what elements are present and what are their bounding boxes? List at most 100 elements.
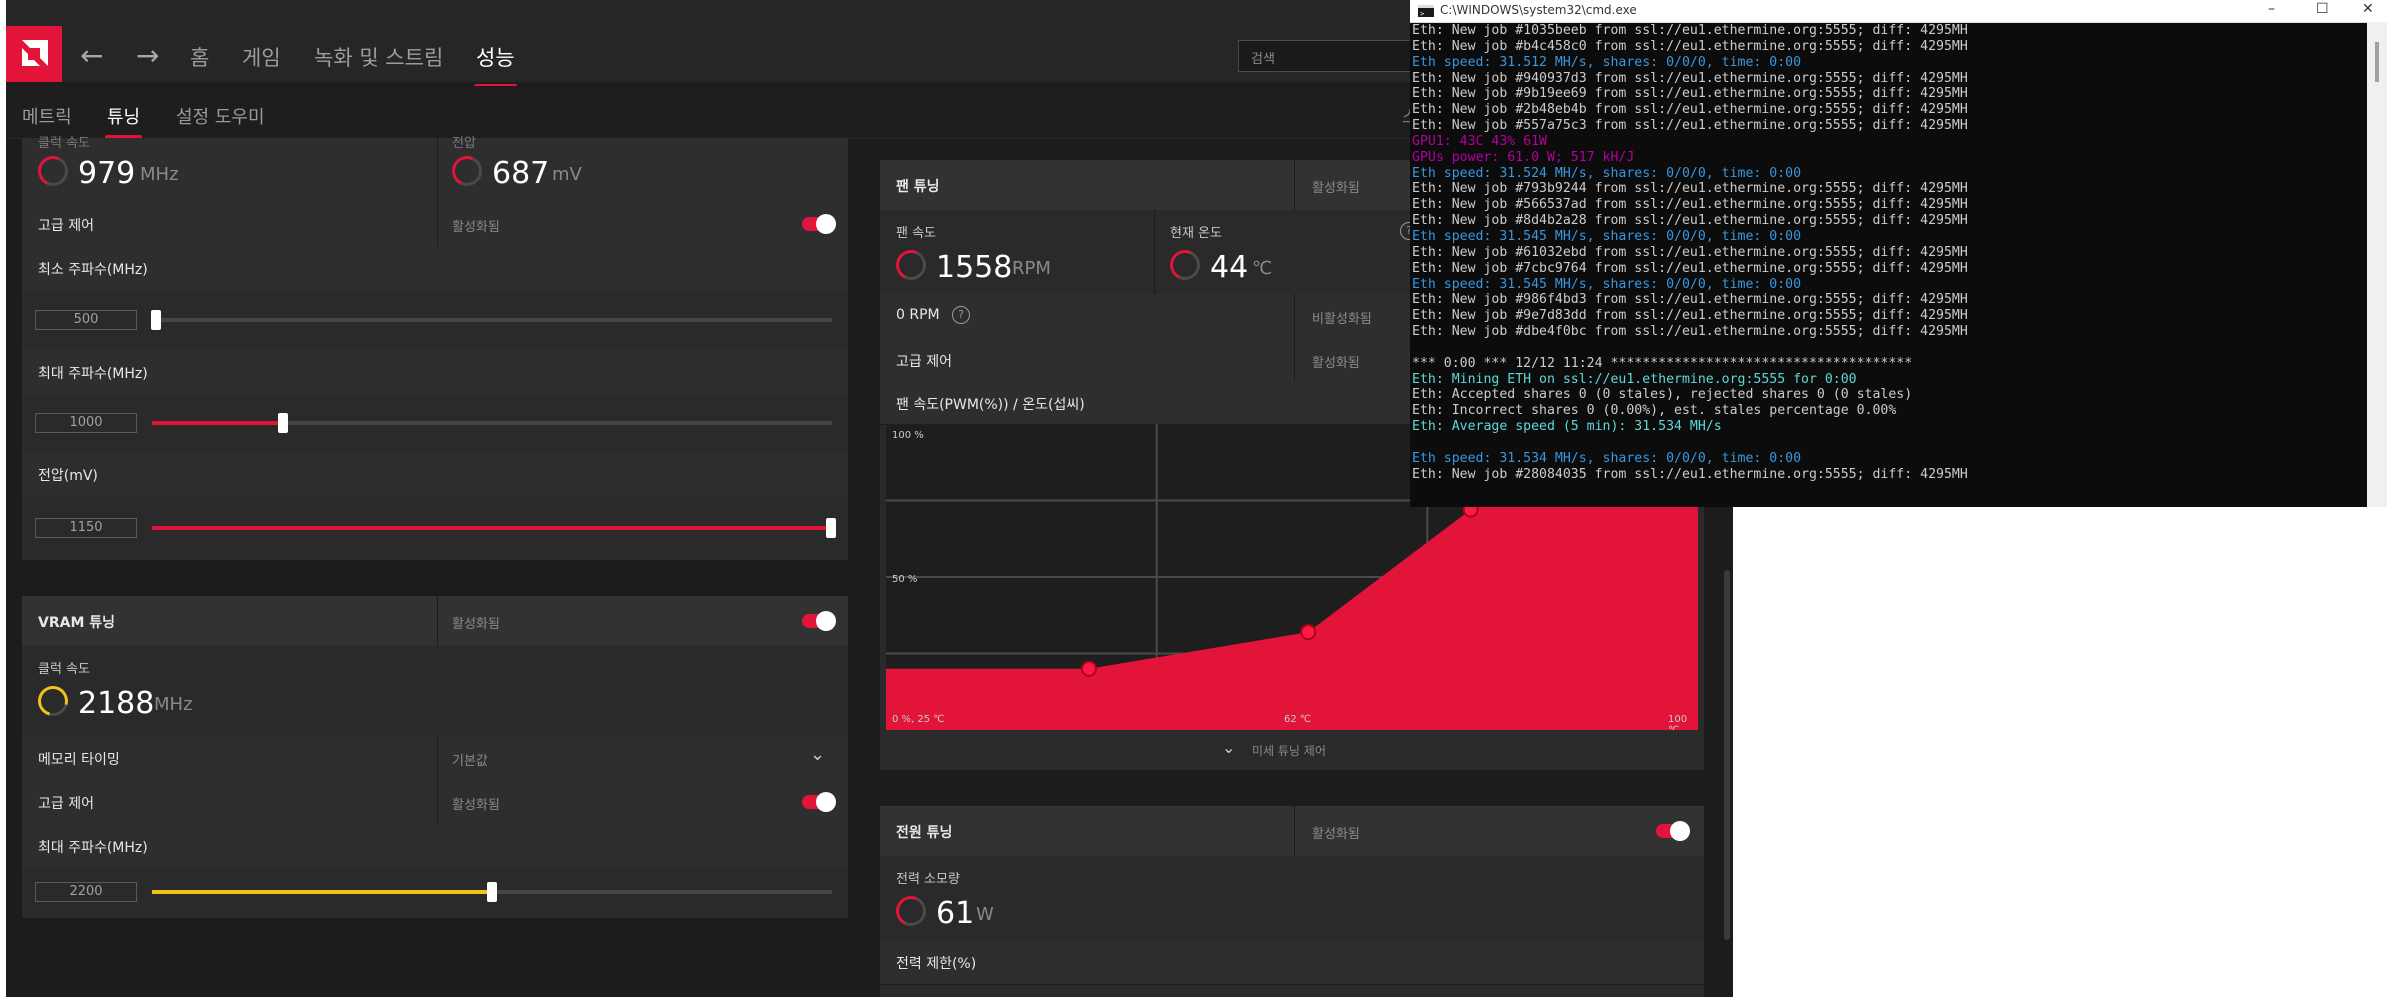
power-limit-row: 전력 제한(%): [880, 940, 1704, 985]
tab-setup-assistant[interactable]: 설정 도우미: [176, 103, 265, 129]
vram-advanced-toggle[interactable]: [802, 792, 836, 812]
close-icon[interactable]: ✕: [2362, 1, 2374, 17]
cmd-output[interactable]: Eth: New job #1035beeb from ssl://eu1.et…: [1412, 23, 2364, 507]
cmd-scrollbar[interactable]: [2367, 22, 2387, 507]
voltage-mv-value-box[interactable]: 1150: [35, 518, 137, 538]
voltage-mv-fill: [152, 526, 832, 530]
fan-curve-point[interactable]: [1300, 624, 1317, 641]
cmd-line: Eth: New job #dbe4f0bc from ssl://eu1.et…: [1412, 324, 1968, 340]
cmd-line: [1412, 340, 2364, 356]
vram-max-freq-value-box[interactable]: 2200: [35, 882, 137, 902]
fan-tuning-title: 팬 튜닝: [896, 179, 940, 195]
y-tick-50: 50 %: [892, 574, 918, 585]
voltage-value: 687: [492, 156, 550, 191]
vram-advanced-status: 활성화됨: [452, 798, 500, 813]
amd-logo[interactable]: [6, 26, 62, 82]
cmd-line: Eth: New job #7cbc9764 from ssl://eu1.et…: [1412, 260, 1968, 276]
vram-max-freq-label-row: 최대 주파수(MHz): [22, 824, 848, 869]
vram-max-freq-thumb[interactable]: [487, 882, 497, 902]
nav-home[interactable]: 홈: [190, 42, 209, 72]
voltage-mv-slider-row: 1150: [22, 496, 848, 560]
back-arrow-icon[interactable]: ←: [80, 42, 103, 70]
zero-rpm-status: 비활성화됨: [1312, 312, 1372, 327]
voltage-unit: mV: [552, 164, 582, 185]
advanced-control-toggle[interactable]: [802, 214, 836, 234]
zero-rpm-label: 0 RPM: [896, 307, 940, 323]
vram-advanced-label: 고급 제어: [38, 796, 94, 812]
voltage-mv-thumb[interactable]: [826, 518, 836, 538]
temp-gauge-icon: [1165, 245, 1205, 285]
vram-clock-label: 클럭 속도: [38, 662, 90, 677]
max-freq-label: 최대 주파수(MHz): [38, 366, 148, 382]
max-freq-label-row: 최대 주파수(MHz): [22, 350, 848, 395]
temp-label: 현재 온도: [1170, 226, 1222, 241]
min-freq-track[interactable]: [152, 318, 832, 322]
chevron-down-icon[interactable]: ⌄: [810, 744, 825, 765]
power-consumption-label: 전력 소모량: [896, 872, 960, 887]
maximize-icon[interactable]: ☐: [2316, 1, 2329, 17]
svg-text:>_: >_: [1420, 10, 1429, 17]
amd-logo-icon: [22, 40, 48, 66]
nav-games[interactable]: 게임: [242, 42, 281, 72]
power-limit-label: 전력 제한(%): [896, 956, 977, 972]
vram-max-freq-fill: [152, 890, 492, 894]
min-freq-thumb[interactable]: [151, 310, 161, 330]
cmd-line: GPU1: 43C 43% 61W: [1412, 133, 1547, 149]
fan-curve-label: 팬 속도(PWM(%)) / 온도(섭씨): [896, 397, 1085, 413]
nav-record-stream[interactable]: 녹화 및 스트림: [314, 42, 443, 72]
fan-advanced-status: 활성화됨: [1312, 356, 1360, 371]
advanced-control-status: 활성화됨: [452, 220, 500, 235]
forward-arrow-icon[interactable]: →: [136, 42, 159, 70]
clock-unit: MHz: [140, 164, 179, 185]
cmd-line: Eth: Accepted shares 0 (0 stales), rejec…: [1412, 387, 1913, 403]
cmd-title-bar[interactable]: >_ C:\WINDOWS\system32\cmd.exe – ☐ ✕: [1410, 0, 2387, 23]
power-consumption-row: 전력 소모량 61 W: [880, 856, 1704, 941]
cmd-line: Eth: New job #2b48eb4b from ssl://eu1.et…: [1412, 102, 1968, 118]
clock-voltage-row: 클럭 속도 전압 979 MHz 687 mV: [22, 136, 848, 203]
fan-speed-unit: RPM: [1012, 258, 1051, 279]
cmd-line: Eth: New job #8d4b2a28 from ssl://eu1.et…: [1412, 213, 1968, 229]
cmd-line: [1412, 435, 2364, 451]
advanced-control-label: 고급 제어: [38, 218, 94, 234]
min-freq-label: 최소 주파수(MHz): [38, 262, 148, 278]
cmd-line: Eth: New job #b4c458c0 from ssl://eu1.et…: [1412, 38, 1968, 54]
cmd-line: Eth speed: 31.545 MH/s, shares: 0/0/0, t…: [1412, 276, 1802, 292]
clock-value: 979: [78, 156, 136, 191]
vram-clock-row: 클럭 속도 2188 MHz: [22, 646, 848, 737]
tab-tuning[interactable]: 튜닝: [104, 103, 143, 139]
power-tuning-title: 전원 튜닝: [896, 825, 953, 841]
max-freq-slider-row: 1000: [22, 394, 848, 452]
max-freq-thumb[interactable]: [278, 413, 288, 433]
fan-advanced-label: 고급 제어: [896, 354, 952, 370]
power-consumption-value: 61: [936, 896, 975, 931]
x-tick-62: 62 ℃: [1284, 714, 1312, 725]
min-freq-slider-row: 500: [22, 290, 848, 350]
fan-speed-gauge-icon: [891, 245, 931, 285]
voltage-mv-label: 전압(mV): [38, 468, 98, 484]
temp-value: 44: [1210, 250, 1249, 285]
memory-timing-value[interactable]: 기본값: [452, 750, 488, 769]
fine-tune-row[interactable]: ⌄ 미세 튜닝 제어: [880, 730, 1704, 770]
max-freq-value-box[interactable]: 1000: [35, 413, 137, 433]
vram-tuning-toggle[interactable]: [802, 611, 836, 631]
fan-curve-point[interactable]: [1081, 660, 1097, 677]
vram-tuning-panel: VRAM 튜닝 활성화됨 클럭 속도 2188 MHz 메모리 타이밍 기본값 …: [22, 596, 848, 918]
cmd-line: Eth speed: 31.512 MH/s, shares: 0/0/0, t…: [1412, 54, 1802, 70]
main-scrollbar[interactable]: [1724, 570, 1730, 940]
min-freq-value-box[interactable]: 500: [35, 310, 137, 330]
cmd-line: Eth: New job #940937d3 from ssl://eu1.et…: [1412, 70, 1968, 86]
help-icon-zero-rpm[interactable]: ?: [952, 306, 970, 324]
min-freq-label-row: 최소 주파수(MHz): [22, 246, 848, 291]
voltage-label-cut: 전압: [452, 136, 476, 151]
vram-clock-value: 2188: [78, 686, 155, 721]
advanced-control-row: 고급 제어 활성화됨: [22, 202, 848, 247]
cmd-line: Eth: New job #9b19ee69 from ssl://eu1.et…: [1412, 86, 1968, 102]
vram-max-freq-slider-row: 2200: [22, 868, 848, 918]
minimize-icon[interactable]: –: [2268, 1, 2275, 17]
cmd-line: Eth speed: 31.534 MH/s, shares: 0/0/0, t…: [1412, 450, 1802, 466]
tab-metrics[interactable]: 메트릭: [22, 103, 72, 129]
nav-performance[interactable]: 성능: [474, 42, 517, 88]
power-tuning-toggle[interactable]: [1656, 821, 1690, 841]
cmd-line: Eth: New job #28084035 from ssl://eu1.et…: [1412, 466, 1968, 482]
search-input[interactable]: 검색: [1238, 40, 1418, 72]
